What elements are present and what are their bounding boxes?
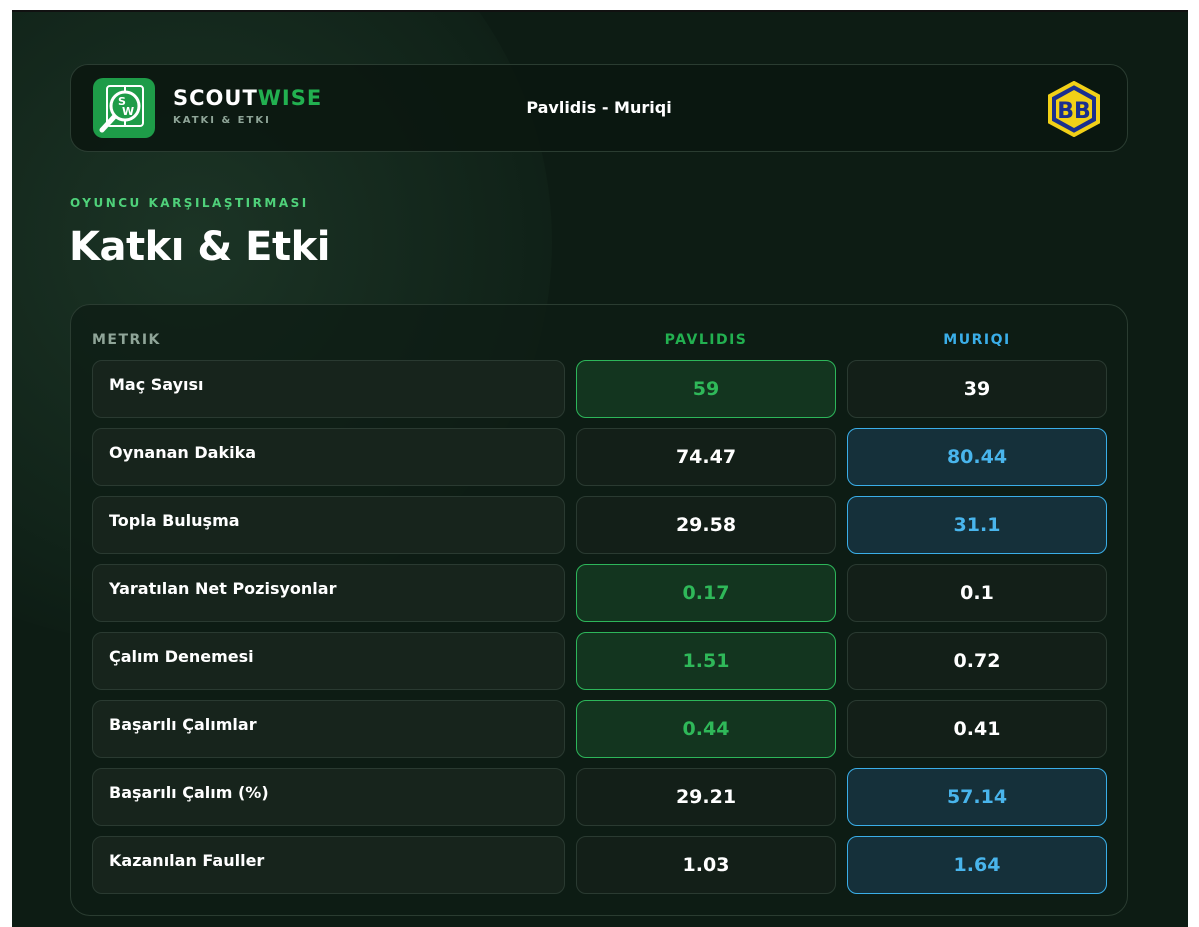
player2-value: 39 xyxy=(847,360,1107,418)
metric-cell: Başarılı Çalımlar xyxy=(92,700,565,758)
table-row: Topla Buluşma 29.58 31.1 xyxy=(92,496,1108,554)
page-title: Katkı & Etki xyxy=(69,224,330,270)
bb-club-badge-icon: BB xyxy=(1046,80,1102,138)
player1-value: 74.47 xyxy=(576,428,836,486)
metric-label: Yaratılan Net Pozisyonlar xyxy=(109,579,337,598)
player2-value: 31.1 xyxy=(847,496,1107,554)
table-row: Çalım Denemesi 1.51 0.72 xyxy=(92,632,1108,690)
player2-value: 1.64 xyxy=(847,836,1107,894)
table-row: Başarılı Çalım (%) 29.21 57.14 xyxy=(92,768,1108,826)
metric-label: Maç Sayısı xyxy=(109,375,204,394)
header-player1: PAVLIDIS xyxy=(664,332,748,348)
metric-label: Başarılı Çalım (%) xyxy=(109,783,269,802)
player1-value: 29.58 xyxy=(576,496,836,554)
player2-value: 80.44 xyxy=(847,428,1107,486)
table-row: Kazanılan Fauller 1.03 1.64 xyxy=(92,836,1108,894)
metric-label: Topla Buluşma xyxy=(109,511,240,530)
player2-value: 0.72 xyxy=(847,632,1107,690)
match-title: Pavlidis - Muriqi xyxy=(526,98,672,117)
metric-cell: Maç Sayısı xyxy=(92,360,565,418)
table-row: Maç Sayısı 59 39 xyxy=(92,360,1108,418)
section-eyebrow: OYUNCU KARŞILAŞTIRMASI xyxy=(70,196,309,210)
player2-value: 0.41 xyxy=(847,700,1107,758)
player1-value: 0.17 xyxy=(576,564,836,622)
metric-cell: Yaratılan Net Pozisyonlar xyxy=(92,564,565,622)
player2-value: 57.14 xyxy=(847,768,1107,826)
player2-value: 0.1 xyxy=(847,564,1107,622)
player1-value: 0.44 xyxy=(576,700,836,758)
metric-label: Kazanılan Fauller xyxy=(109,851,265,870)
metric-label: Çalım Denemesi xyxy=(109,647,254,666)
metric-cell: Oynanan Dakika xyxy=(92,428,565,486)
metric-cell: Başarılı Çalım (%) xyxy=(92,768,565,826)
app-header: S W SCOUTWISE KATKI & ETKI Pavlidis - Mu… xyxy=(70,64,1128,152)
header-metric: METRIK xyxy=(92,332,161,348)
player1-value: 29.21 xyxy=(576,768,836,826)
app-canvas: S W SCOUTWISE KATKI & ETKI Pavlidis - Mu… xyxy=(12,12,1188,927)
player1-value: 59 xyxy=(576,360,836,418)
player1-value: 1.51 xyxy=(576,632,836,690)
metric-cell: Topla Buluşma xyxy=(92,496,565,554)
metric-label: Oynanan Dakika xyxy=(109,443,257,462)
metric-cell: Çalım Denemesi xyxy=(92,632,565,690)
svg-text:BB: BB xyxy=(1057,99,1091,124)
table-row: Başarılı Çalımlar 0.44 0.41 xyxy=(92,700,1108,758)
metric-label: Başarılı Çalımlar xyxy=(109,715,257,734)
table-row: Oynanan Dakika 74.47 80.44 xyxy=(92,428,1108,486)
header-player2: MURIQI xyxy=(943,332,1011,348)
screenshot-frame: S W SCOUTWISE KATKI & ETKI Pavlidis - Mu… xyxy=(0,0,1199,927)
metric-cell: Kazanılan Fauller xyxy=(92,836,565,894)
player1-value: 1.03 xyxy=(576,836,836,894)
table-row: Yaratılan Net Pozisyonlar 0.17 0.1 xyxy=(92,564,1108,622)
comparison-table: METRIK PAVLIDIS MURIQI Maç Sayısı 59 39 … xyxy=(70,304,1128,916)
